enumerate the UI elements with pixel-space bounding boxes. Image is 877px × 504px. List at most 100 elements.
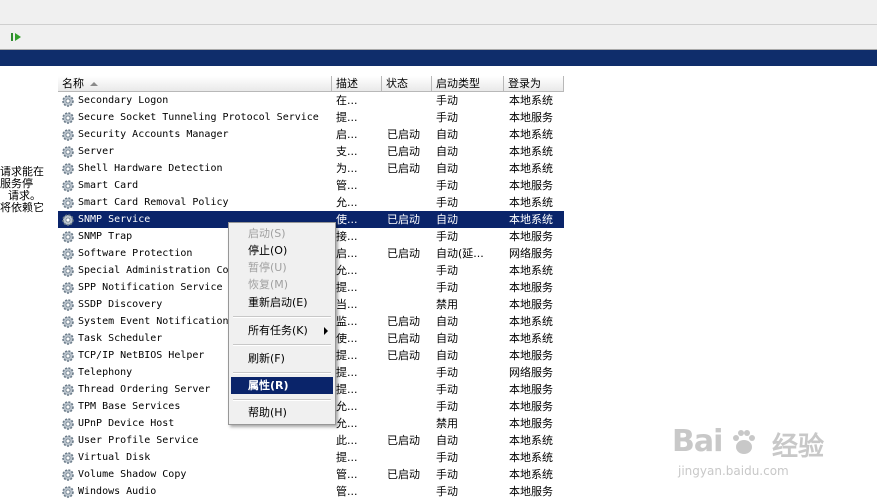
table-row[interactable]: Virtual Disk 提... 手动 本地系统	[58, 449, 564, 466]
service-logon-cell: 本地系统	[509, 145, 553, 158]
service-name: Security Accounts Manager	[78, 129, 229, 140]
service-name: Virtual Disk	[78, 452, 151, 463]
service-name: Smart Card	[78, 180, 139, 191]
service-status-cell	[387, 415, 431, 432]
service-logon-cell: 本地系统	[509, 94, 553, 107]
service-startup-cell: 手动	[436, 179, 458, 192]
gear-icon	[62, 214, 74, 226]
gear-icon	[62, 384, 74, 396]
service-name: Secondary Logon	[78, 95, 169, 106]
service-description-cell: 支...	[336, 145, 358, 158]
table-row[interactable]: Secondary Logon 在... 手动 本地系统	[58, 92, 564, 109]
menu-item-restart[interactable]: 重新启动(E)	[231, 294, 333, 311]
context-menu: 启动(S) 停止(O) 暂停(U) 恢复(M) 重新启动(E) 所有任务(K) …	[228, 222, 336, 425]
service-name: Smart Card Removal Policy	[78, 197, 229, 208]
menu-separator	[233, 344, 331, 346]
service-logon-cell: 本地服务	[509, 400, 553, 413]
service-status-cell: 已启动	[387, 468, 420, 481]
gear-icon	[62, 146, 74, 158]
table-row[interactable]: Smart Card 管... 手动 本地服务	[58, 177, 564, 194]
service-status-cell: 已启动	[387, 162, 420, 175]
service-startup-cell: 手动	[436, 366, 458, 379]
table-row[interactable]: Secure Socket Tunneling Protocol Service…	[58, 109, 564, 126]
service-logon-cell: 本地服务	[509, 230, 553, 243]
menu-item-resume[interactable]: 恢复(M)	[231, 276, 333, 293]
service-description-cell: 提...	[336, 451, 358, 464]
service-logon-cell: 本地服务	[509, 179, 553, 192]
service-name: SSDP Discovery	[78, 299, 163, 310]
service-description-cell: 为...	[336, 162, 358, 175]
service-description-cell: 允...	[336, 264, 358, 277]
column-startup-type[interactable]: 启动类型	[432, 76, 504, 91]
gear-icon	[62, 197, 74, 209]
service-status-cell	[387, 483, 431, 500]
table-row[interactable]: Security Accounts Manager 启... 已启动 自动 本地系统	[58, 126, 564, 143]
column-header: 名称 描述 状态 启动类型 登录为	[58, 76, 564, 92]
service-description-cell: 接...	[336, 230, 358, 243]
service-status-cell	[387, 228, 431, 245]
service-status-cell	[387, 398, 431, 415]
menu-separator	[233, 372, 331, 374]
service-name: Telephony	[78, 367, 133, 378]
table-row[interactable]: Windows Audio 管... 手动 本地服务	[58, 483, 564, 500]
service-description-cell: 提...	[336, 281, 358, 294]
gear-icon	[62, 129, 74, 141]
service-name: Thread Ordering Server	[78, 384, 211, 395]
column-status[interactable]: 状态	[382, 76, 432, 91]
service-logon-cell: 本地系统	[509, 128, 553, 141]
table-row[interactable]: Smart Card Removal Policy 允... 手动 本地系统	[58, 194, 564, 211]
service-name-cell: Smart Card	[58, 177, 330, 194]
service-name-cell: Virtual Disk	[58, 449, 330, 466]
gear-icon	[62, 248, 74, 260]
gear-icon	[62, 265, 74, 277]
service-logon-cell: 本地服务	[509, 111, 553, 124]
menu-item-pause[interactable]: 暂停(U)	[231, 259, 333, 276]
column-name[interactable]: 名称	[58, 76, 332, 91]
service-status-cell	[387, 92, 431, 109]
service-description-cell: 管...	[336, 485, 358, 498]
menu-item-refresh[interactable]: 刷新(F)	[231, 350, 333, 367]
service-startup-cell: 自动	[436, 162, 458, 175]
service-startup-cell: 禁用	[436, 298, 458, 311]
gear-icon	[62, 350, 74, 362]
service-name: Secure Socket Tunneling Protocol Service	[78, 112, 319, 123]
header-band	[0, 50, 877, 66]
column-logon-as[interactable]: 登录为	[504, 76, 564, 91]
menu-item-stop[interactable]: 停止(O)	[231, 242, 333, 259]
service-startup-cell: 自动	[436, 128, 458, 141]
service-description-cell: 启...	[336, 128, 358, 141]
column-description[interactable]: 描述	[332, 76, 382, 91]
service-status-cell	[387, 262, 431, 279]
service-name-cell: Volume Shadow Copy	[58, 466, 330, 483]
service-name: Volume Shadow Copy	[78, 469, 187, 480]
table-row[interactable]: Server 支... 已启动 自动 本地系统	[58, 143, 564, 160]
service-startup-cell: 手动	[436, 383, 458, 396]
service-description-cell: 提...	[336, 383, 358, 396]
menu-item-all-tasks[interactable]: 所有任务(K)	[231, 322, 333, 339]
description-line: 请求能在	[0, 166, 44, 178]
service-description-cell: 管...	[336, 179, 358, 192]
play-icon[interactable]	[10, 31, 22, 43]
service-description-cell: 在...	[336, 94, 358, 107]
menu-item-help[interactable]: 帮助(H)	[231, 404, 333, 421]
service-startup-cell: 自动	[436, 434, 458, 447]
service-name: UPnP Device Host	[78, 418, 175, 429]
menu-item-start[interactable]: 启动(S)	[231, 225, 333, 242]
table-row[interactable]: Volume Shadow Copy 管... 已启动 手动 本地系统	[58, 466, 564, 483]
table-row[interactable]: Shell Hardware Detection 为... 已启动 自动 本地系统	[58, 160, 564, 177]
service-description-cell: 当...	[336, 298, 358, 311]
service-description-cell: 使...	[336, 213, 358, 226]
service-status-cell	[387, 381, 431, 398]
service-status-cell: 已启动	[387, 349, 420, 362]
gear-icon	[62, 163, 74, 175]
table-row[interactable]: User Profile Service 此... 已启动 自动 本地系统	[58, 432, 564, 449]
service-description-cell: 允...	[336, 417, 358, 430]
service-description-cell: 允...	[336, 400, 358, 413]
gear-icon	[62, 333, 74, 345]
service-description-cell: 提...	[336, 366, 358, 379]
service-description-cell: 提...	[336, 111, 358, 124]
service-status-cell: 已启动	[387, 332, 420, 345]
service-status-cell	[387, 177, 431, 194]
service-name-cell: Smart Card Removal Policy	[58, 194, 330, 211]
menu-item-properties[interactable]: 属性(R)	[231, 377, 333, 394]
